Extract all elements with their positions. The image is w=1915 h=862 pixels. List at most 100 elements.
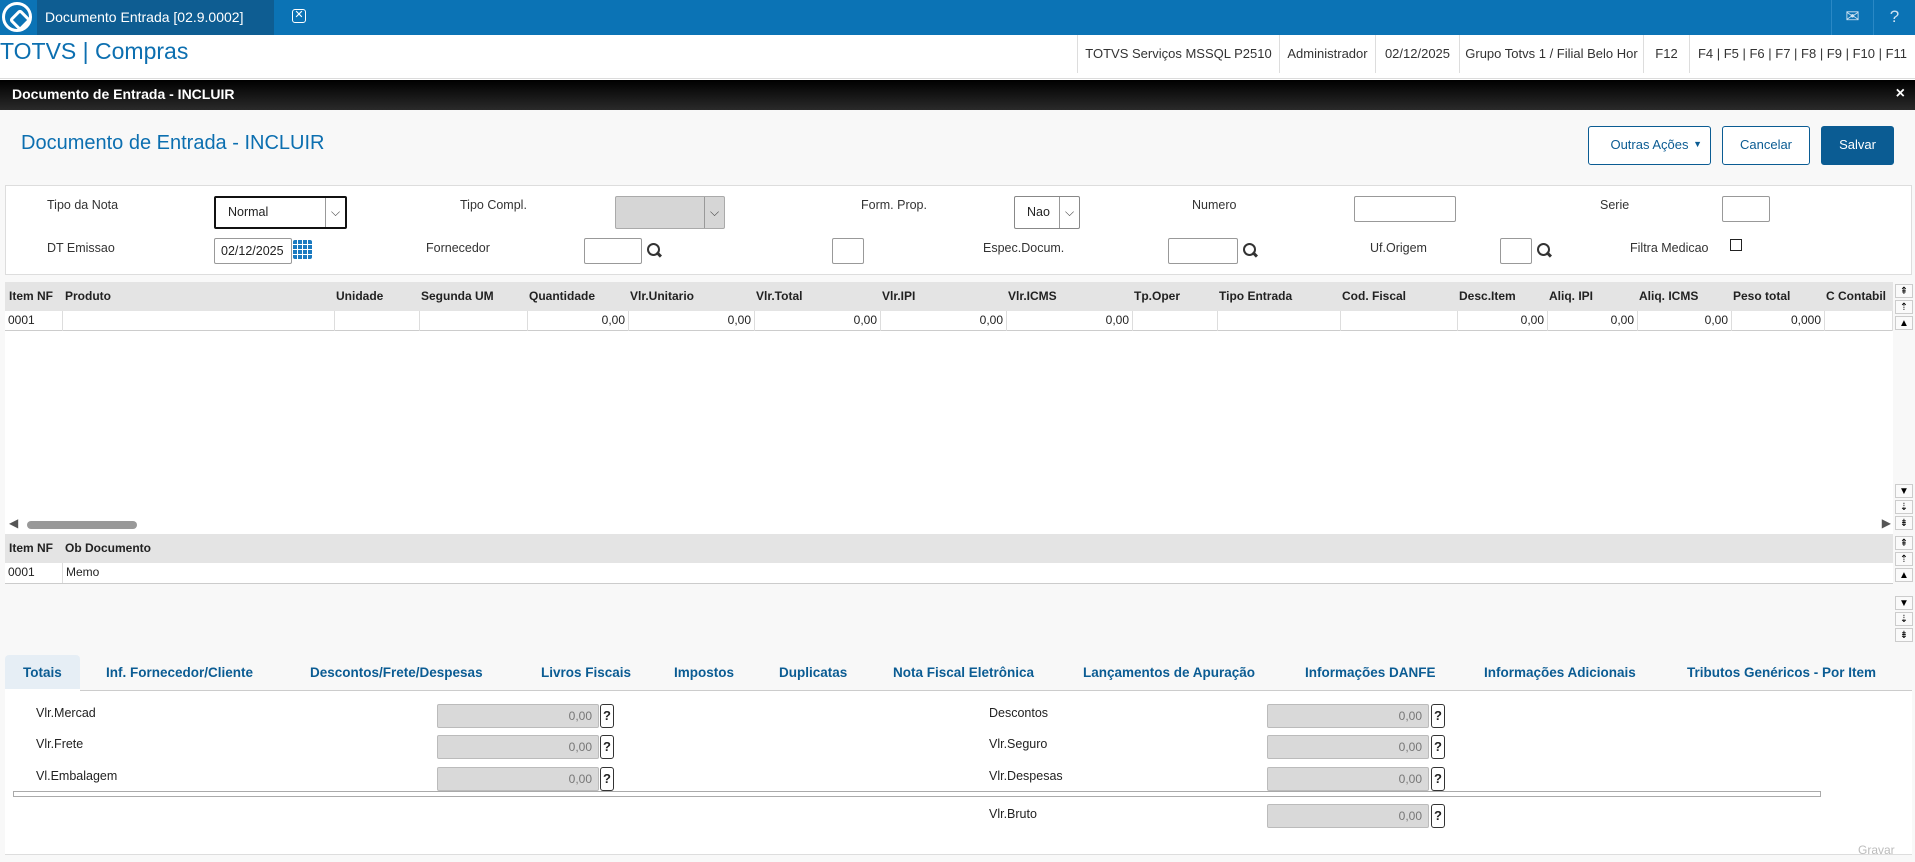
table-cell[interactable]: Memo — [63, 563, 1893, 583]
col-header[interactable]: Unidade — [332, 282, 383, 311]
filtra-medicao-checkbox[interactable] — [1730, 239, 1742, 251]
table-cell[interactable] — [1341, 311, 1458, 331]
loja-input[interactable] — [832, 238, 864, 264]
uf-origem-input[interactable] — [1500, 238, 1532, 264]
scroll-top-icon[interactable]: ⇞ — [1895, 536, 1913, 550]
col-header[interactable]: Ob Documento — [61, 534, 151, 563]
table-cell[interactable]: 0001 — [5, 311, 63, 331]
help-icon[interactable]: ? — [1431, 735, 1445, 759]
col-header[interactable]: Tp.Oper — [1130, 282, 1180, 311]
col-header[interactable]: Cod. Fiscal — [1338, 282, 1406, 311]
tab-descontos[interactable]: Descontos/Frete/Despesas — [310, 655, 483, 691]
tab-nfe[interactable]: Nota Fiscal Eletrônica — [893, 655, 1034, 691]
scroll-up-icon[interactable]: ▲ — [1895, 568, 1913, 582]
serie-input[interactable] — [1722, 196, 1770, 222]
scroll-down-icon[interactable]: ▼ — [1895, 596, 1913, 610]
tab-lancamentos[interactable]: Lançamentos de Apuração — [1083, 655, 1255, 691]
col-header[interactable]: Vlr.IPI — [878, 282, 915, 311]
branch-info[interactable]: Grupo Totvs 1 / Filial Belo Hor — [1459, 35, 1643, 73]
modal-close-icon[interactable]: × — [1896, 80, 1905, 108]
outras-acoes-button[interactable]: Outras Ações ▼ — [1588, 126, 1711, 165]
col-header[interactable]: Desc.Item — [1455, 282, 1516, 311]
date-info[interactable]: 02/12/2025 — [1375, 35, 1459, 73]
vlr-seguro-field[interactable]: 0,00 — [1267, 735, 1429, 759]
table-cell[interactable] — [1825, 311, 1893, 331]
user-info[interactable]: Administrador — [1279, 35, 1375, 73]
col-header[interactable]: C Contabil — [1822, 282, 1886, 311]
scroll-bottom-icon[interactable]: ⇟ — [1895, 516, 1913, 530]
help-icon[interactable]: ? — [1431, 767, 1445, 791]
table-cell[interactable]: 0,000 — [1732, 311, 1825, 331]
table-cell[interactable] — [1218, 311, 1341, 331]
vlr-bruto-field[interactable]: 0,00 — [1267, 804, 1429, 828]
calendar-icon[interactable] — [293, 240, 312, 259]
col-header[interactable]: Vlr.ICMS — [1004, 282, 1057, 311]
tab-inf-fornecedor[interactable]: Inf. Fornecedor/Cliente — [106, 655, 253, 691]
fornecedor-input[interactable] — [584, 238, 642, 264]
dt-emissao-input[interactable]: 02/12/2025 — [214, 238, 292, 264]
environment-info[interactable]: TOTVS Serviços MSSQL P2510 — [1077, 35, 1279, 73]
scroll-page-up-icon[interactable]: ⇡ — [1895, 300, 1913, 314]
col-header[interactable]: Peso total — [1729, 282, 1790, 311]
scroll-down-icon[interactable]: ▼ — [1895, 484, 1913, 498]
vlr-frete-field[interactable]: 0,00 — [437, 735, 599, 759]
col-header[interactable]: Vlr.Unitario — [626, 282, 694, 311]
vlr-despesas-field[interactable]: 0,00 — [1267, 767, 1429, 791]
totvs-logo-icon[interactable] — [2, 2, 32, 32]
scroll-right-icon[interactable]: ▶ — [1882, 516, 1891, 530]
salvar-button[interactable]: Salvar — [1821, 126, 1894, 165]
table-row[interactable]: 0001 Memo — [5, 563, 1893, 584]
table-cell[interactable] — [420, 311, 528, 331]
tipo-nota-select[interactable]: Normal ⌵ — [214, 196, 347, 229]
table-cell[interactable]: 0,00 — [629, 311, 755, 331]
table-cell[interactable]: 0,00 — [755, 311, 881, 331]
help-icon[interactable]: ? — [1431, 804, 1445, 828]
table-cell[interactable]: 0,00 — [1007, 311, 1133, 331]
col-header[interactable]: Segunda UM — [417, 282, 494, 311]
tab-impostos[interactable]: Impostos — [674, 655, 734, 691]
table-cell[interactable] — [335, 311, 420, 331]
tab-duplicatas[interactable]: Duplicatas — [779, 655, 847, 691]
numero-input[interactable] — [1354, 196, 1456, 222]
tab-info-adicionais[interactable]: Informações Adicionais — [1484, 655, 1636, 691]
tipo-compl-select[interactable]: ⌵ — [615, 196, 725, 229]
function-keys[interactable]: F4 | F5 | F6 | F7 | F8 | F9 | F10 | F11 — [1689, 35, 1915, 73]
scroll-page-down-icon[interactable]: ⇣ — [1895, 612, 1913, 626]
descontos-field[interactable]: 0,00 — [1267, 704, 1429, 728]
col-header[interactable]: Quantidade — [525, 282, 595, 311]
col-header[interactable]: Produto — [61, 282, 111, 311]
col-header[interactable]: Vlr.Total — [752, 282, 802, 311]
scrollbar-thumb[interactable] — [27, 521, 137, 529]
table-cell[interactable]: 0,00 — [1458, 311, 1548, 331]
table-cell[interactable]: 0,00 — [1548, 311, 1638, 331]
tab-livros-fiscais[interactable]: Livros Fiscais — [541, 655, 631, 691]
scroll-page-up-icon[interactable]: ⇡ — [1895, 552, 1913, 566]
col-header[interactable]: Item NF — [5, 282, 53, 311]
help-icon[interactable]: ? — [1873, 0, 1915, 35]
scroll-page-down-icon[interactable]: ⇣ — [1895, 500, 1913, 514]
vlr-mercad-field[interactable]: 0,00 — [437, 704, 599, 728]
cancelar-button[interactable]: Cancelar — [1722, 126, 1810, 165]
search-icon[interactable] — [1243, 243, 1257, 257]
tab-tributos[interactable]: Tributos Genéricos - Por Item — [1687, 655, 1876, 691]
help-icon[interactable]: ? — [1431, 704, 1445, 728]
observation-grid[interactable]: Item NF Ob Documento 0001 Memo — [5, 534, 1893, 584]
help-icon[interactable]: ? — [600, 767, 614, 791]
table-cell[interactable] — [63, 311, 335, 331]
form-prop-select[interactable]: Nao ⌵ — [1014, 196, 1080, 229]
col-header[interactable]: Item NF — [5, 534, 53, 563]
tab-totais[interactable]: Totais — [5, 655, 80, 691]
f12-shortcut[interactable]: F12 — [1643, 35, 1689, 73]
espec-docum-input[interactable] — [1168, 238, 1238, 264]
tab-close-icon[interactable]: ✕ — [292, 9, 306, 23]
col-header[interactable]: Aliq. ICMS — [1635, 282, 1698, 311]
gravar-button[interactable]: Gravar — [1858, 843, 1895, 857]
scroll-up-icon[interactable]: ▲ — [1895, 316, 1913, 330]
horizontal-scrollbar[interactable]: ◀ ▶ — [5, 516, 1893, 532]
table-cell[interactable]: 0,00 — [1638, 311, 1732, 331]
mail-icon[interactable]: ✉ — [1831, 0, 1873, 35]
help-icon[interactable]: ? — [600, 704, 614, 728]
scroll-bottom-icon[interactable]: ⇟ — [1895, 628, 1913, 642]
scroll-top-icon[interactable]: ⇞ — [1895, 284, 1913, 298]
table-cell[interactable]: 0,00 — [528, 311, 629, 331]
